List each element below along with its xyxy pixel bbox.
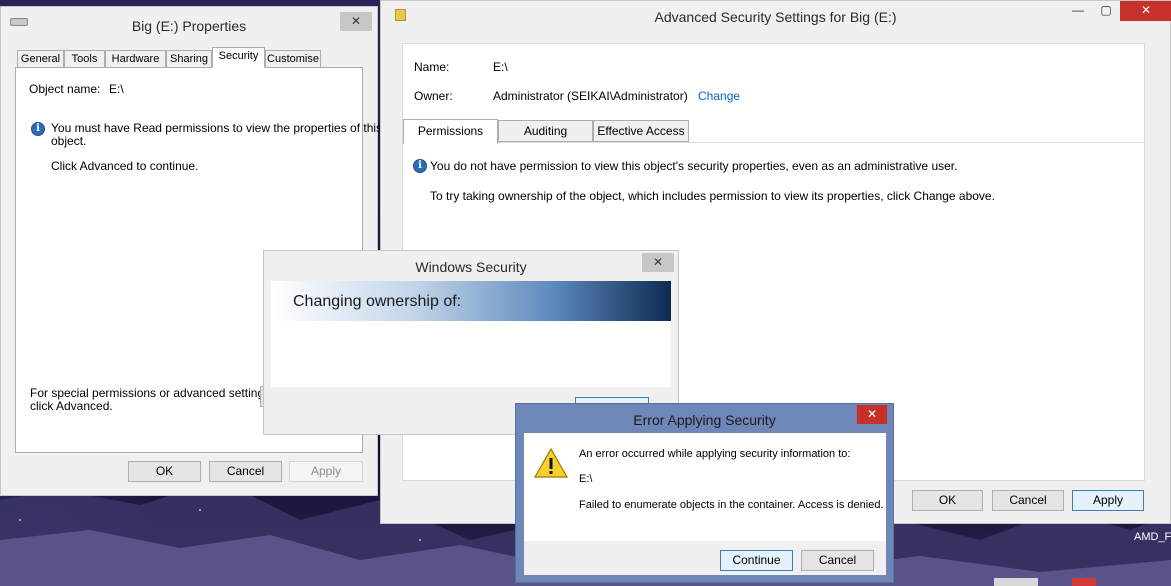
tab-tools[interactable]: Tools: [64, 50, 105, 68]
error-close-button[interactable]: ✕: [857, 405, 887, 424]
error-continue-button[interactable]: Continue: [720, 550, 793, 571]
error-message-line2: Failed to enumerate objects in the conta…: [579, 499, 884, 511]
windows-security-close-button[interactable]: ✕: [642, 253, 674, 272]
owner-value: Administrator (SEIKAI\Administrator): [493, 89, 688, 103]
error-dialog: Error Applying Security ✕ An error occur…: [515, 403, 894, 583]
error-cancel-button[interactable]: Cancel: [801, 550, 874, 571]
ownership-content-area: [271, 321, 671, 387]
ownership-banner: Changing ownership of:: [271, 281, 671, 321]
advanced-close-button[interactable]: ✕: [1120, 1, 1171, 21]
special-permissions-text-line1: For special permissions or advanced sett…: [30, 386, 274, 400]
name-value: E:\: [493, 60, 508, 74]
warning-icon: [534, 448, 568, 478]
tab-customise[interactable]: Customise: [265, 50, 321, 68]
tab-divider: [403, 142, 1144, 143]
error-message-line1: An error occurred while applying securit…: [579, 448, 851, 460]
advanced-prompt-text: Click Advanced to continue.: [51, 159, 199, 173]
no-permission-message: You do not have permission to view this …: [430, 159, 958, 173]
info-icon: i: [413, 159, 427, 173]
close-icon: ✕: [350, 14, 362, 28]
owner-change-link[interactable]: Change: [698, 89, 740, 103]
object-name-value: E:\: [109, 82, 124, 96]
minimize-icon: —: [1072, 3, 1084, 17]
tab-auditing[interactable]: Auditing: [498, 120, 593, 142]
read-permission-message-line1: You must have Read permissions to view t…: [51, 121, 383, 135]
close-icon: ✕: [1140, 3, 1152, 17]
advanced-ok-button[interactable]: OK: [912, 490, 983, 511]
maximize-icon: ▢: [1100, 3, 1112, 17]
error-path: E:\: [579, 473, 593, 485]
properties-cancel-button[interactable]: Cancel: [209, 461, 282, 482]
close-icon: ✕: [866, 407, 878, 421]
tab-sharing[interactable]: Sharing: [166, 50, 212, 68]
properties-apply-button[interactable]: Apply: [289, 461, 363, 482]
tab-effective-access[interactable]: Effective Access: [593, 120, 689, 142]
name-label: Name:: [414, 60, 450, 74]
advanced-cancel-button[interactable]: Cancel: [992, 490, 1064, 511]
desktop-taskbar-item[interactable]: [994, 578, 1038, 586]
desktop-label-amd[interactable]: AMD_F: [1134, 531, 1171, 543]
maximize-button[interactable]: ▢: [1092, 1, 1120, 21]
tab-hardware[interactable]: Hardware: [105, 50, 166, 68]
properties-ok-button[interactable]: OK: [128, 461, 201, 482]
tab-permissions[interactable]: Permissions: [403, 119, 498, 144]
ownership-hint-text: To try taking ownership of the object, w…: [430, 189, 995, 203]
error-titlebar[interactable]: Error Applying Security ✕: [516, 404, 893, 430]
info-icon: i: [31, 122, 45, 136]
owner-label: Owner:: [414, 89, 453, 103]
windows-security-titlebar[interactable]: Windows Security ✕: [264, 251, 678, 279]
properties-titlebar[interactable]: Big (E:) Properties ✕: [1, 7, 377, 37]
windows-security-title: Windows Security: [415, 259, 527, 275]
object-name-label: Object name:: [29, 82, 101, 96]
tab-general[interactable]: General: [17, 50, 64, 68]
properties-close-button[interactable]: ✕: [340, 12, 372, 31]
tab-security[interactable]: Security: [212, 47, 265, 68]
desktop-taskbar-item-red[interactable]: [1072, 578, 1096, 586]
close-icon: ✕: [652, 255, 664, 269]
error-title: Error Applying Security: [633, 412, 776, 428]
properties-title: Big (E:) Properties: [131, 18, 247, 34]
advanced-titlebar[interactable]: Advanced Security Settings for Big (E:) …: [381, 1, 1171, 31]
read-permission-message-line2: object.: [51, 134, 87, 148]
changing-ownership-heading: Changing ownership of:: [293, 293, 462, 310]
advanced-title: Advanced Security Settings for Big (E:): [654, 9, 897, 25]
special-permissions-text-line2: click Advanced.: [30, 399, 113, 413]
advanced-apply-button[interactable]: Apply: [1072, 490, 1144, 511]
minimize-button[interactable]: —: [1064, 1, 1092, 21]
